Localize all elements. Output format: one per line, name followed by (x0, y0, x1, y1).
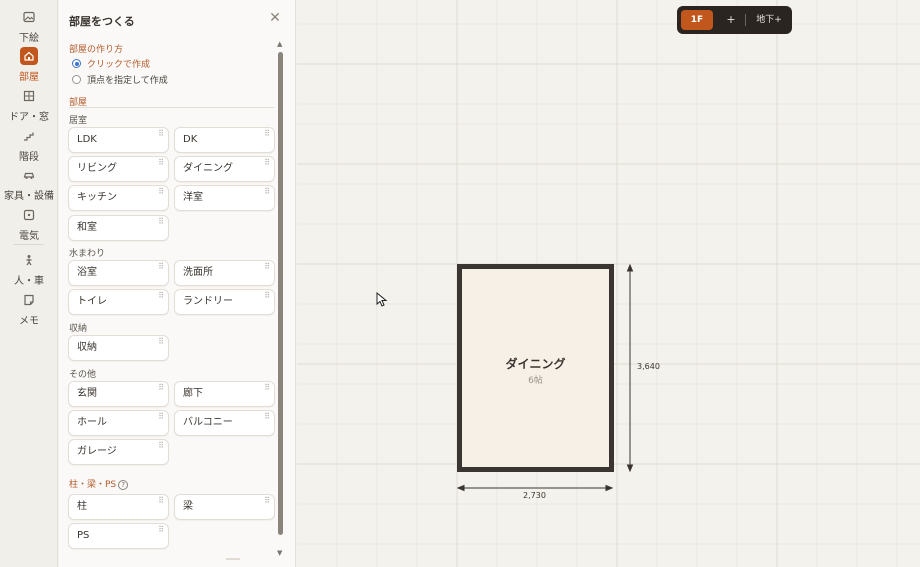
rail-item-stairs[interactable]: 階段 (0, 127, 58, 163)
room-chip-ps[interactable]: PS ⠿ (68, 523, 169, 549)
rail-label: 下絵 (19, 33, 39, 44)
room-chip-hallway[interactable]: 廊下 ⠿ (174, 381, 275, 407)
rail-item-rooms[interactable]: 部屋 (0, 47, 58, 83)
drag-handle-icon: ⠿ (264, 412, 270, 421)
height-dimension-line (626, 263, 634, 473)
room-chip-living[interactable]: リビング ⠿ (68, 156, 169, 182)
width-dimension-line (456, 484, 614, 492)
room-chip-ldk[interactable]: LDK ⠿ (68, 127, 169, 153)
rail-label: 部屋 (19, 72, 39, 83)
room-shape-dining[interactable]: ダイニング 6帖 (457, 264, 614, 472)
method-option-click[interactable]: クリックで作成 (72, 57, 150, 70)
room-chip-dining[interactable]: ダイニング ⠿ (174, 156, 275, 182)
rail-item-furniture[interactable]: 家具・設備 (0, 166, 58, 202)
drag-handle-icon: ⠿ (264, 129, 270, 138)
rail-label: ドア・窓 (9, 112, 49, 123)
room-panel: 部屋をつくる ✕ 部屋の作り方 クリックで作成 頂点を指定して作成 部屋 居室 … (59, 0, 296, 567)
close-icon[interactable]: ✕ (267, 10, 283, 26)
room-chip-garage[interactable]: ガレージ ⠿ (68, 439, 169, 465)
structure-label: 柱・梁・PS? (69, 477, 129, 490)
group-label: 居室 (69, 116, 88, 126)
room-size: 6帖 (528, 376, 543, 386)
room-chip-storage[interactable]: 収納 ⠿ (68, 335, 169, 361)
radio-icon (72, 59, 81, 68)
group-label: 収納 (69, 324, 88, 334)
note-icon (20, 291, 38, 309)
rail-label: メモ (19, 316, 39, 327)
drag-handle-icon: ⠿ (158, 525, 164, 534)
width-dimension-label: 2,730 (523, 491, 546, 500)
floor-tab-1f[interactable]: 1F (681, 10, 713, 30)
mouse-cursor-icon (376, 291, 388, 312)
rail-item-underlay[interactable]: 下絵 (0, 8, 58, 44)
method-label: 部屋の作り方 (69, 45, 124, 55)
room-chip-washroom[interactable]: 洗面所 ⠿ (174, 260, 275, 286)
rail-label: 家具・設備 (4, 191, 54, 202)
room-chip-japanese[interactable]: 和室 ⠿ (68, 215, 169, 241)
drag-handle-icon: ⠿ (158, 262, 164, 271)
room-chip-hall[interactable]: ホール ⠿ (68, 410, 169, 436)
rail-item-memo[interactable]: メモ (0, 291, 58, 327)
room-name: ダイニング (505, 357, 566, 371)
scroll-up-icon[interactable]: ▲ (277, 40, 282, 48)
tool-rail: 下絵 部屋 ドア・窓 階段 家具・設備 電気 人・車 メモ (0, 0, 58, 567)
rail-item-electric[interactable]: 電気 (0, 206, 58, 242)
drag-handle-icon: ⠿ (158, 337, 164, 346)
drag-handle-icon: ⠿ (158, 158, 164, 167)
drag-handle-icon: ⠿ (264, 262, 270, 271)
house-icon (20, 47, 38, 65)
drag-handle-icon: ⠿ (158, 412, 164, 421)
drag-handle-icon: ⠿ (158, 129, 164, 138)
help-icon[interactable]: ? (118, 479, 129, 490)
drag-handle-icon: ⠿ (158, 291, 164, 300)
rail-label: 階段 (19, 152, 39, 163)
window-icon (20, 87, 38, 105)
rail-label: 電気 (19, 231, 39, 242)
drag-handle-icon: ⠿ (264, 383, 270, 392)
scrollbar-thumb[interactable] (278, 52, 283, 535)
rail-label: 人・車 (14, 276, 44, 287)
room-chip-western[interactable]: 洋室 ⠿ (174, 185, 275, 211)
room-chip-balcony[interactable]: バルコニー ⠿ (174, 410, 275, 436)
drag-handle-icon: ⠿ (264, 496, 270, 505)
drag-handle-icon: ⠿ (158, 441, 164, 450)
room-chip-dk[interactable]: DK ⠿ (174, 127, 275, 153)
room-chip-kitchen[interactable]: キッチン ⠿ (68, 185, 169, 211)
stairs-icon (20, 127, 38, 145)
method-option-vertices[interactable]: 頂点を指定して作成 (72, 73, 168, 86)
image-icon (20, 8, 38, 26)
panel-title: 部屋をつくる (69, 15, 135, 28)
floor-divider (745, 14, 746, 26)
height-dimension-label: 3,640 (637, 362, 660, 371)
add-floor-button[interactable]: + (721, 10, 741, 30)
person-icon (20, 251, 38, 269)
group-label: その他 (69, 370, 97, 380)
scroll-down-icon[interactable]: ▼ (277, 549, 282, 557)
drag-handle-icon: ⠿ (158, 496, 164, 505)
add-basement-button[interactable]: 地下+ (751, 10, 787, 30)
room-chip-toilet[interactable]: トイレ ⠿ (68, 289, 169, 315)
section-divider (69, 107, 274, 108)
drag-handle-icon: ⠿ (158, 187, 164, 196)
car-icon (20, 166, 38, 184)
room-chip-entrance[interactable]: 玄関 ⠿ (68, 381, 169, 407)
room-chip-bath[interactable]: 浴室 ⠿ (68, 260, 169, 286)
radio-icon (72, 75, 81, 84)
drag-handle-icon: ⠿ (158, 383, 164, 392)
rail-item-doors-windows[interactable]: ドア・窓 (0, 87, 58, 123)
room-chip-column[interactable]: 柱 ⠿ (68, 494, 169, 520)
drag-handle-icon: ⠿ (264, 158, 270, 167)
rail-item-people-cars[interactable]: 人・車 (0, 251, 58, 287)
group-label: 水まわり (69, 249, 106, 259)
drag-handle-icon: ⠿ (264, 291, 270, 300)
drag-handle-icon: ⠿ (264, 187, 270, 196)
outlet-icon (20, 206, 38, 224)
rail-divider (14, 244, 44, 245)
room-chip-beam[interactable]: 梁 ⠿ (174, 494, 275, 520)
room-chip-laundry[interactable]: ランドリー ⠿ (174, 289, 275, 315)
floor-plan-canvas[interactable]: 1F + 地下+ ダイニング 6帖 3,640 2,730 (297, 0, 920, 567)
floor-switcher: 1F + 地下+ (677, 6, 792, 34)
drag-handle-icon: ⠿ (158, 217, 164, 226)
resize-handle[interactable] (226, 558, 240, 560)
